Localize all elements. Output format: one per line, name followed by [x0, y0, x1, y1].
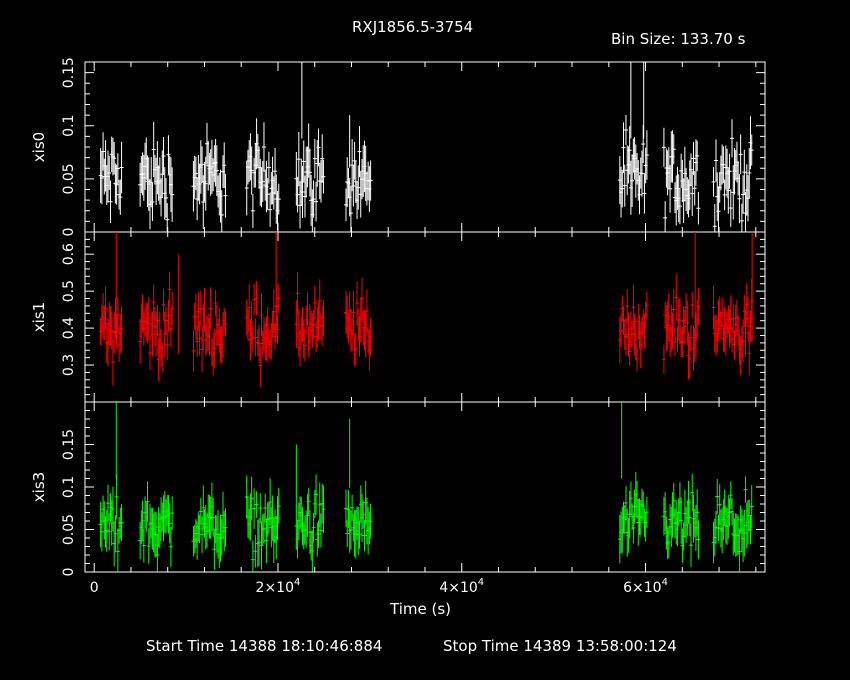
- y-tick-label: 0.1: [61, 115, 77, 137]
- bin-size-label: Bin Size: 133.70 s: [611, 30, 746, 48]
- x-tick-label: 4×104: [439, 577, 484, 596]
- y-tick-label: 0.1: [61, 476, 77, 498]
- y-tick-label: 0: [61, 228, 77, 237]
- y-tick-label: 0.05: [61, 163, 77, 194]
- y-tick-label: 0.05: [61, 514, 77, 545]
- x-tick-label: 0: [90, 580, 99, 596]
- light-curve-plot: 0 0.05 0.1 0.15 xis0 0.3 0.4 0.5 0.6 xis1 0 0.05 0.1…: [30, 57, 766, 596]
- panel-frame: [84, 231, 766, 403]
- stop-time-label: Stop Time 14389 13:58:00:124: [443, 637, 677, 655]
- y-axis-label: xis1: [30, 302, 48, 332]
- y-tick-label: 0.15: [61, 57, 77, 88]
- x-tick-label: 6×104: [623, 577, 668, 596]
- y-tick-label: 0.6: [61, 243, 77, 265]
- chart-title: RXJ1856.5-3754: [352, 18, 474, 36]
- y-axis-label: xis0: [30, 132, 48, 162]
- y-tick-label: 0.4: [61, 317, 77, 339]
- panel-frame: [84, 401, 766, 573]
- panel-xis3: 0 0.05 0.1 0.15 xis3: [30, 401, 766, 577]
- y-tick-label: 0: [61, 568, 77, 577]
- x-axis-label: Time (s): [390, 600, 451, 618]
- x-tick-label: 2×104: [256, 577, 301, 596]
- y-tick-label: 0.5: [61, 280, 77, 302]
- y-tick-label: 0.3: [61, 354, 77, 376]
- y-axis-label: xis3: [30, 472, 48, 502]
- y-tick-label: 0.15: [61, 429, 77, 460]
- start-time-label: Start Time 14388 18:10:46:884: [146, 637, 383, 655]
- panel-xis1: 0.3 0.4 0.5 0.6 xis1: [30, 231, 766, 403]
- panel-xis0: 0 0.05 0.1 0.15 xis0: [30, 57, 766, 237]
